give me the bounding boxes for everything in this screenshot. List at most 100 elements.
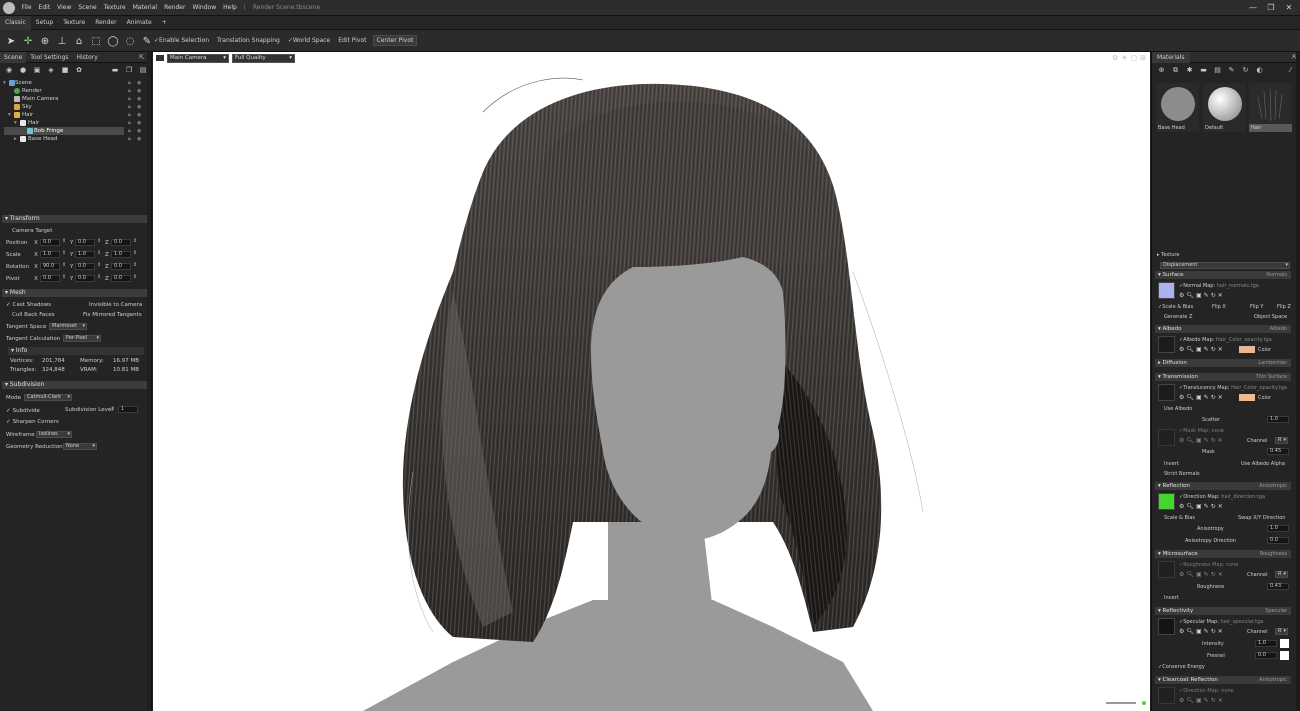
transform-header[interactable]: ▾ Transform bbox=[2, 215, 150, 223]
fresnel-color-swatch[interactable] bbox=[1280, 651, 1289, 660]
subdivision-header[interactable]: ▾ Subdivision bbox=[2, 381, 150, 389]
albedo-color-swatch[interactable] bbox=[1239, 346, 1255, 353]
add-tab-button[interactable]: + bbox=[157, 16, 172, 30]
add-camera-icon[interactable]: ▣ bbox=[31, 64, 43, 76]
tab-classic[interactable]: Classic bbox=[0, 15, 31, 30]
add-object-icon[interactable]: ■ bbox=[59, 64, 71, 76]
stepper-icon[interactable]: ⇕ bbox=[133, 274, 137, 280]
scale-y-field[interactable]: 1.0 bbox=[75, 251, 95, 258]
viewport-light-icon[interactable]: ☀ bbox=[1121, 54, 1127, 62]
eye-icon[interactable]: ◉ bbox=[137, 127, 141, 135]
subdivision-level-field[interactable]: 1 bbox=[118, 406, 138, 413]
minimize-icon[interactable]: — bbox=[1244, 0, 1262, 16]
transform-gizmo-icon[interactable]: ✛ bbox=[20, 33, 36, 49]
stepper-icon[interactable]: ⇕ bbox=[133, 262, 137, 268]
refresh-icon[interactable]: ↻ bbox=[1240, 65, 1251, 76]
add-point-icon[interactable]: ● bbox=[17, 64, 29, 76]
texture-section-header[interactable]: ▸ Texture bbox=[1157, 252, 1179, 258]
map-actions[interactable]: ⚙🔍︎▣✎↻✕ bbox=[1179, 503, 1225, 510]
microsurface-mode[interactable]: Roughness bbox=[1260, 550, 1287, 558]
enable-selection-toggle[interactable]: ✓Enable Selection bbox=[152, 36, 211, 45]
rotate-gizmo-icon[interactable]: ⊕ bbox=[37, 33, 53, 49]
tab-animate[interactable]: Animate bbox=[122, 16, 157, 30]
scale-bias-checkbox[interactable]: ✓Scale & Bias bbox=[1158, 304, 1193, 310]
eye-icon[interactable]: ◉ bbox=[137, 119, 141, 127]
eye-icon[interactable]: ◉ bbox=[137, 103, 141, 111]
mesh-gizmo-icon[interactable]: ⌂ bbox=[71, 33, 87, 49]
conserve-energy-checkbox[interactable]: ✓Conserve Energy bbox=[1158, 664, 1205, 670]
reflectivity-mode[interactable]: Specular bbox=[1265, 607, 1287, 615]
add-light-icon[interactable]: ◉ bbox=[3, 64, 15, 76]
map-actions[interactable]: ⚙🔍︎▣✎↻✕ bbox=[1179, 571, 1225, 578]
diffusion-header[interactable]: ▸ Diffusion Lambertian bbox=[1155, 359, 1291, 367]
roughness-map-thumbnail[interactable] bbox=[1158, 561, 1175, 578]
map-actions[interactable]: ⚙🔍︎▣✎↻✕ bbox=[1179, 437, 1225, 444]
clearcoat-header[interactable]: ▾ Clearcoat Reflection Anisotropic bbox=[1155, 676, 1291, 684]
roughness-field[interactable]: 0.43 bbox=[1267, 583, 1289, 590]
intensity-color-swatch[interactable] bbox=[1280, 639, 1289, 648]
translation-snapping-toggle[interactable]: Translation Snapping bbox=[215, 36, 282, 45]
transmission-header[interactable]: ▾ Transmission Thin Surface bbox=[1155, 373, 1291, 381]
assign-material-icon[interactable]: ✱ bbox=[1184, 65, 1195, 76]
add-mesh-icon[interactable]: ◈ bbox=[45, 64, 57, 76]
pivot-z-field[interactable]: 0.0 bbox=[111, 275, 131, 282]
duplicate-material-icon[interactable]: ⧉ bbox=[1170, 65, 1181, 76]
rect-select-icon[interactable]: ⬚ bbox=[88, 33, 104, 49]
left-panel-scrollbar[interactable] bbox=[147, 52, 151, 711]
map-actions[interactable]: ⚙🔍︎▣✎↻✕ bbox=[1179, 292, 1225, 299]
lock-icon[interactable]: 🔒︎ bbox=[128, 95, 131, 103]
reflection-mode[interactable]: Anisotropic bbox=[1259, 482, 1287, 490]
edit-pivot-button[interactable]: Edit Pivot bbox=[336, 36, 368, 45]
scale-z-field[interactable]: 1.0 bbox=[111, 251, 131, 258]
anisotropy-direction-field[interactable]: 0.0 bbox=[1267, 537, 1289, 544]
lock-icon[interactable]: 🔒︎ bbox=[128, 79, 131, 87]
circle-select-icon[interactable]: ◯ bbox=[105, 33, 121, 49]
pick-material-icon[interactable]: ✎ bbox=[1226, 65, 1237, 76]
map-actions[interactable]: ⚙🔍︎▣✎↻✕ bbox=[1179, 628, 1225, 635]
eye-icon[interactable]: ◉ bbox=[137, 79, 141, 87]
normal-map-thumbnail[interactable] bbox=[1158, 282, 1175, 299]
position-z-field[interactable]: 0.0 bbox=[111, 239, 131, 246]
folder-icon[interactable]: ▬ bbox=[1198, 65, 1209, 76]
tab-materials[interactable]: Materials bbox=[1152, 51, 1190, 63]
specular-map-thumbnail[interactable] bbox=[1158, 618, 1175, 635]
menu-file[interactable]: File bbox=[18, 0, 35, 16]
tree-node-hair-folder[interactable]: ▾ Hair 🔒︎ ◉ bbox=[0, 111, 145, 119]
position-y-field[interactable]: 0.0 bbox=[75, 239, 95, 246]
geometry-reduction-dropdown[interactable]: None bbox=[63, 443, 97, 450]
duplicate-icon[interactable]: ❐ bbox=[123, 64, 135, 76]
folder-icon[interactable]: ▬ bbox=[109, 64, 121, 76]
sort-icon[interactable]: ⁄ bbox=[1285, 65, 1296, 76]
object-space-checkbox[interactable]: Object Space bbox=[1254, 314, 1287, 320]
tab-texture[interactable]: Texture bbox=[58, 16, 90, 30]
mesh-header[interactable]: ▾ Mesh bbox=[2, 289, 150, 297]
cull-back-faces-checkbox[interactable]: Cull Back Faces bbox=[12, 312, 55, 318]
reflection-header[interactable]: ▾ Reflection Anisotropic bbox=[1155, 482, 1291, 490]
materials-scrollbar[interactable] bbox=[1296, 52, 1300, 711]
invert-checkbox[interactable]: Invert bbox=[1164, 461, 1179, 467]
mask-field[interactable]: 0.45 bbox=[1267, 448, 1289, 455]
tree-node-hair-mesh[interactable]: ▾ Hair 🔒︎ ◉ bbox=[0, 119, 145, 127]
tangent-space-dropdown[interactable]: Marmoset bbox=[49, 323, 87, 330]
stepper-icon[interactable]: ⇕ bbox=[97, 274, 101, 280]
tree-node-base-head[interactable]: ▸ Base Head 🔒︎ ◉ bbox=[0, 135, 145, 143]
stepper-icon[interactable]: ⇕ bbox=[62, 274, 66, 280]
scale-gizmo-icon[interactable]: ⊥ bbox=[54, 33, 70, 49]
select-arrow-icon[interactable]: ➤ bbox=[3, 33, 19, 49]
maximize-icon[interactable]: ❐ bbox=[1262, 0, 1280, 16]
menu-help[interactable]: Help bbox=[220, 0, 241, 16]
lock-icon[interactable]: 🔒︎ bbox=[128, 127, 131, 135]
stepper-icon[interactable]: ⇕ bbox=[62, 238, 66, 244]
use-albedo-checkbox[interactable]: Use Albedo bbox=[1164, 406, 1192, 412]
position-x-field[interactable]: 0.0 bbox=[40, 239, 60, 246]
rotation-z-field[interactable]: 0.0 bbox=[111, 263, 131, 270]
tangent-calculation-dropdown[interactable]: Per-Pixel bbox=[63, 335, 101, 342]
eye-icon[interactable]: ◉ bbox=[137, 111, 141, 119]
camera-target-label[interactable]: Camera Target bbox=[12, 228, 52, 234]
pivot-y-field[interactable]: 0.0 bbox=[75, 275, 95, 282]
material-hair[interactable]: Hair bbox=[1249, 83, 1292, 134]
menu-view[interactable]: View bbox=[54, 0, 75, 16]
swap-xy-checkbox[interactable]: Swap X/Y Direction bbox=[1238, 515, 1285, 521]
eye-icon[interactable]: ◉ bbox=[137, 135, 141, 143]
tree-node-main-camera[interactable]: Main Camera 🔒︎ ◉ bbox=[0, 95, 145, 103]
